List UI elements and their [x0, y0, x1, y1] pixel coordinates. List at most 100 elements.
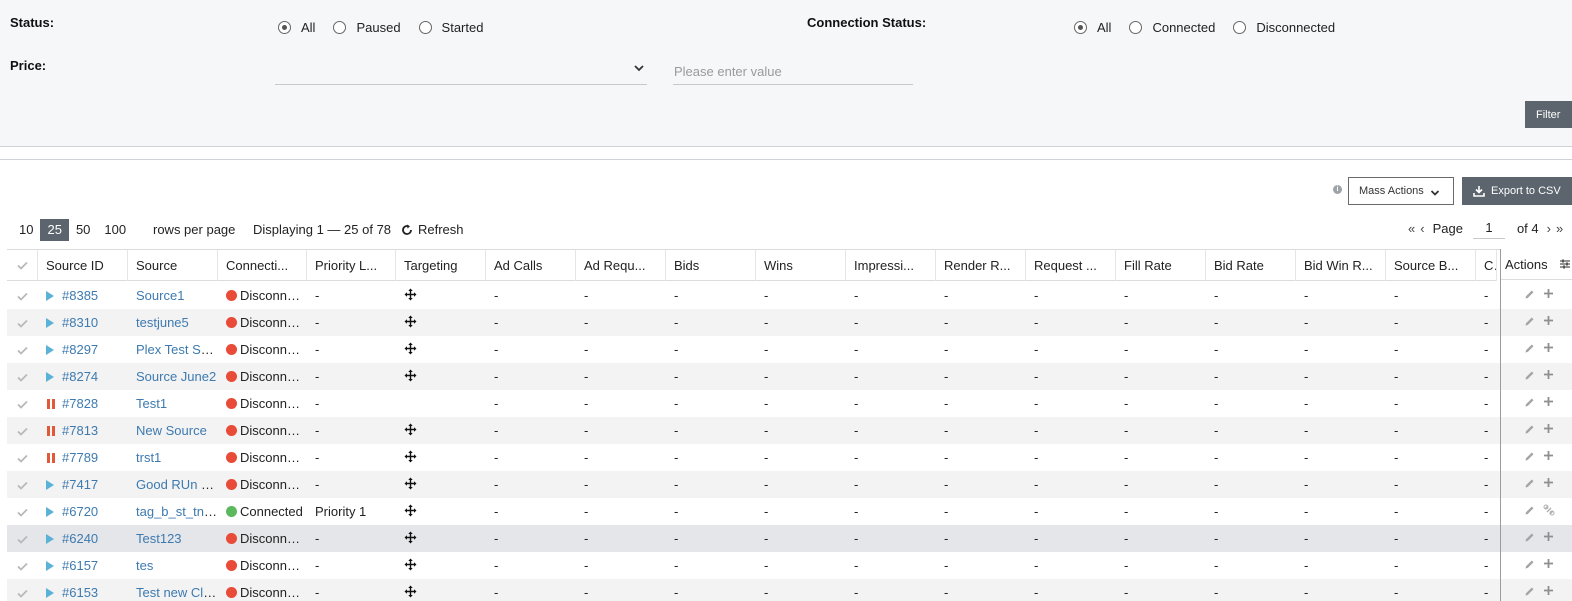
radio-unchecked-icon[interactable] — [1129, 21, 1143, 34]
source-id-link[interactable]: #7789 — [62, 450, 98, 465]
table-row[interactable]: #7417Good RUn SourceDisconnected--------… — [7, 471, 1572, 498]
edit-icon[interactable] — [1524, 397, 1535, 408]
move-arrows-icon[interactable] — [404, 423, 417, 436]
move-arrows-icon[interactable] — [404, 585, 417, 598]
info-icon[interactable]: i — [1333, 185, 1342, 194]
rows-option-50[interactable]: 50 — [69, 219, 97, 241]
move-arrows-icon[interactable] — [404, 504, 417, 517]
paused-status-icon[interactable] — [46, 453, 56, 463]
table-row[interactable]: #7813New SourceDisconnected------------- — [7, 417, 1572, 444]
select-all-checkbox[interactable] — [7, 250, 38, 281]
radio-unchecked-icon[interactable] — [1233, 21, 1247, 34]
column-header[interactable]: Bids — [666, 250, 756, 281]
source-id-link[interactable]: #8385 — [62, 288, 98, 303]
column-header[interactable]: Source ID — [38, 250, 128, 281]
edit-icon[interactable] — [1524, 316, 1535, 327]
source-id-link[interactable]: #6240 — [62, 531, 98, 546]
connection-radio-connected[interactable]: Connected — [1129, 20, 1215, 35]
add-icon[interactable] — [1543, 450, 1554, 461]
add-icon[interactable] — [1543, 369, 1554, 380]
started-status-icon[interactable] — [46, 480, 54, 490]
connection-radio-disconnected[interactable]: Disconnected — [1233, 20, 1335, 35]
refresh-button[interactable]: Refresh — [401, 222, 464, 237]
started-status-icon[interactable] — [46, 372, 54, 382]
move-arrows-icon[interactable] — [404, 531, 417, 544]
source-id-link[interactable]: #6720 — [62, 504, 98, 519]
row-checkbox[interactable] — [7, 336, 38, 363]
edit-icon[interactable] — [1524, 478, 1535, 489]
source-id-link[interactable]: #7828 — [62, 396, 98, 411]
column-header[interactable]: Impressi... — [846, 250, 936, 281]
started-status-icon[interactable] — [46, 507, 54, 517]
export-csv-button[interactable]: Export to CSV — [1462, 177, 1572, 205]
prev-page-icon[interactable]: ‹ — [1420, 221, 1424, 236]
row-checkbox[interactable] — [7, 309, 38, 336]
rows-option-10[interactable]: 10 — [12, 219, 40, 241]
table-row[interactable]: #7789trst1Disconnected------------- — [7, 444, 1572, 471]
radio-unchecked-icon[interactable] — [333, 21, 347, 34]
row-checkbox[interactable] — [7, 363, 38, 390]
source-name-link[interactable]: Test new Client — [136, 585, 218, 600]
price-operator-select[interactable] — [275, 58, 647, 85]
edit-icon[interactable] — [1524, 532, 1535, 543]
radio-checked-icon[interactable] — [278, 21, 291, 34]
source-name-link[interactable]: testjune5 — [136, 315, 189, 330]
edit-icon[interactable] — [1524, 586, 1535, 597]
column-header[interactable]: Bid Rate — [1206, 250, 1296, 281]
move-arrows-icon[interactable] — [404, 450, 417, 463]
column-header[interactable]: Ad Requ... — [576, 250, 666, 281]
started-status-icon[interactable] — [46, 561, 54, 571]
status-radio-all[interactable]: All — [278, 20, 315, 35]
radio-unchecked-icon[interactable] — [418, 21, 432, 34]
started-status-icon[interactable] — [46, 534, 54, 544]
source-name-link[interactable]: Source1 — [136, 288, 184, 303]
table-row[interactable]: #8297Plex Test SourceDisconnected-------… — [7, 336, 1572, 363]
column-header[interactable]: Cha — [1476, 250, 1497, 281]
row-checkbox[interactable] — [7, 552, 38, 579]
unlink-icon[interactable] — [1543, 504, 1555, 516]
add-icon[interactable] — [1543, 396, 1554, 407]
source-name-link[interactable]: New Source — [136, 423, 207, 438]
edit-icon[interactable] — [1524, 289, 1535, 300]
add-icon[interactable] — [1543, 558, 1554, 569]
source-name-link[interactable]: Source June2 — [136, 369, 216, 384]
chevron-down-icon[interactable] — [633, 62, 645, 74]
row-checkbox[interactable] — [7, 444, 38, 471]
column-header[interactable]: Connecti... — [218, 250, 307, 281]
row-checkbox[interactable] — [7, 417, 38, 444]
table-row[interactable]: #6720 tag_b_st_tn_source Connected Priority… — [7, 498, 1572, 525]
table-row[interactable]: #8385Source1Disconnected------------- — [7, 282, 1572, 309]
move-arrows-icon[interactable] — [404, 288, 417, 301]
edit-icon[interactable] — [1524, 343, 1535, 354]
source-id-link[interactable]: #6153 — [62, 585, 98, 600]
source-name-link[interactable]: Good RUn Source — [136, 477, 218, 492]
column-header[interactable]: Targeting — [396, 250, 486, 281]
move-arrows-icon[interactable] — [404, 315, 417, 328]
rows-option-100[interactable]: 100 — [97, 219, 133, 241]
source-id-link[interactable]: #6157 — [62, 558, 98, 573]
add-icon[interactable] — [1543, 342, 1554, 353]
status-radio-started[interactable]: Started — [418, 20, 483, 35]
column-header[interactable]: Source — [128, 250, 218, 281]
last-page-icon[interactable]: » — [1556, 221, 1563, 236]
row-checkbox[interactable] — [7, 390, 38, 417]
started-status-icon[interactable] — [46, 345, 54, 355]
column-header[interactable]: Ad Calls — [486, 250, 576, 281]
source-name-link[interactable]: tag_b_st_tn_source — [136, 504, 218, 519]
row-checkbox[interactable] — [7, 498, 38, 525]
source-name-link[interactable]: Plex Test Source — [136, 342, 218, 357]
paused-status-icon[interactable] — [46, 426, 56, 436]
status-radio-paused[interactable]: Paused — [333, 20, 401, 35]
edit-icon[interactable] — [1524, 559, 1535, 570]
move-arrows-icon[interactable] — [404, 342, 417, 355]
source-name-link[interactable]: Test123 — [136, 531, 182, 546]
source-id-link[interactable]: #7417 — [62, 477, 98, 492]
next-page-icon[interactable]: › — [1547, 221, 1551, 236]
source-name-link[interactable]: Test1 — [136, 396, 167, 411]
started-status-icon[interactable] — [46, 291, 54, 301]
add-icon[interactable] — [1543, 585, 1554, 596]
table-row[interactable]: #6157tesDisconnected------------- — [7, 552, 1572, 579]
started-status-icon[interactable] — [46, 318, 54, 328]
source-id-link[interactable]: #7813 — [62, 423, 98, 438]
radio-checked-icon[interactable] — [1074, 21, 1087, 34]
